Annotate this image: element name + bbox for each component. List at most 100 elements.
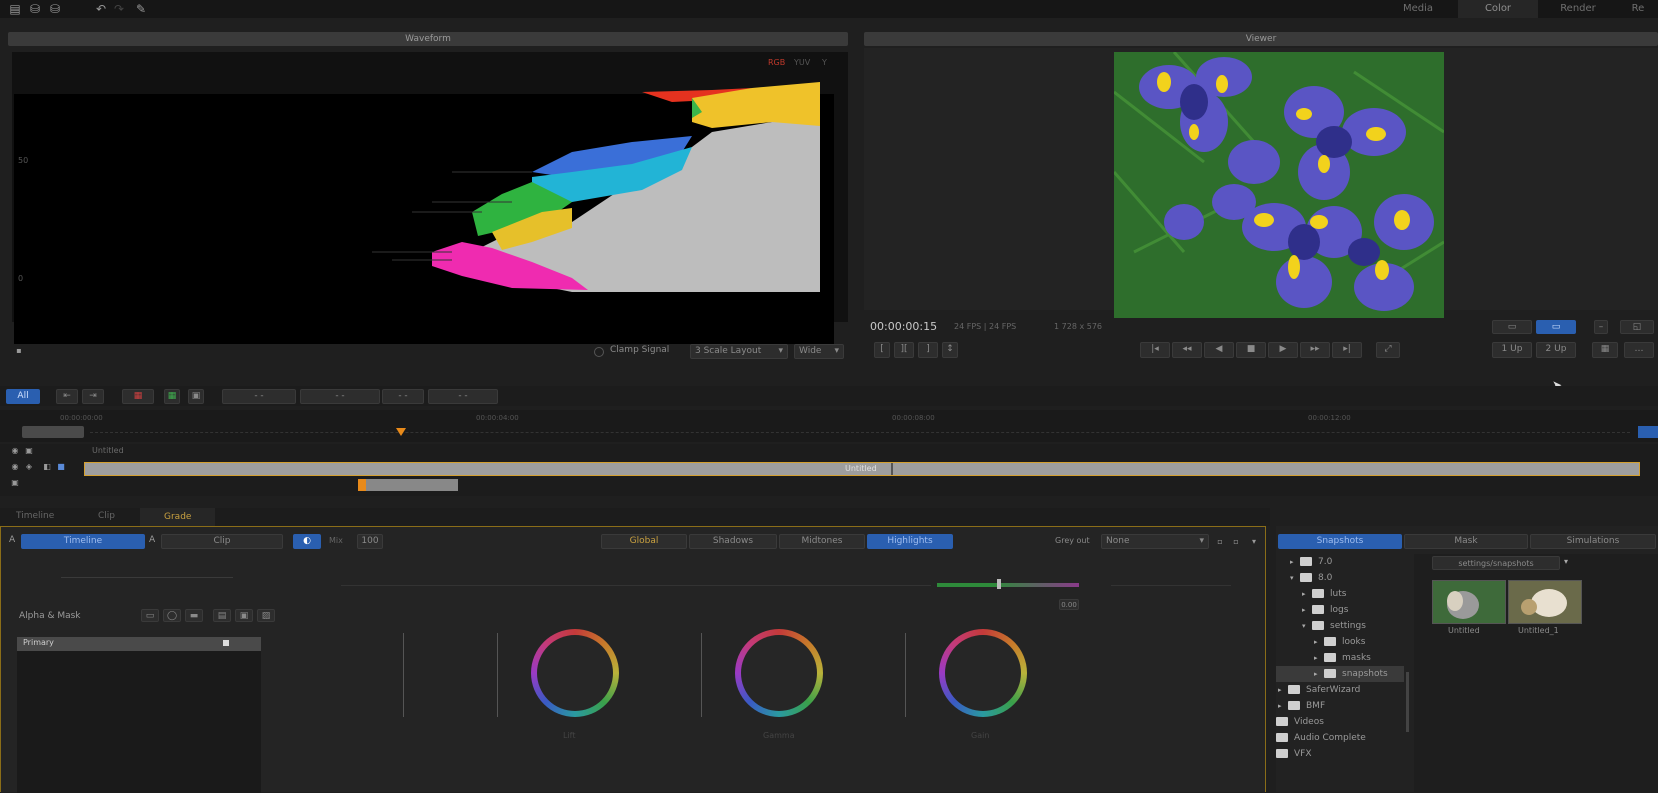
- range-global-button[interactable]: Global: [601, 534, 687, 549]
- grade-reset-icon[interactable]: ▫: [1229, 535, 1243, 549]
- scope-settings-icon[interactable]: ▪: [12, 344, 26, 358]
- mark-in-button[interactable]: [: [874, 342, 890, 358]
- range-highlights-button[interactable]: Highlights: [867, 534, 953, 549]
- track-eye-icon[interactable]: ◉: [8, 444, 22, 458]
- timeline-tool-3[interactable]: - -: [222, 389, 296, 404]
- open-folder-icon[interactable]: ▤: [8, 2, 22, 16]
- grade-menu-icon[interactable]: ▾: [1247, 535, 1261, 549]
- viewer-option-d[interactable]: ◱: [1620, 320, 1654, 334]
- go-end-button[interactable]: ▸|: [1332, 342, 1362, 358]
- mix-value[interactable]: 100: [357, 534, 383, 549]
- timeline-grade-tool[interactable]: ▦: [164, 389, 180, 404]
- timeline-clip[interactable]: Untitled: [84, 462, 1640, 476]
- snapshot-thumbnail[interactable]: [1432, 580, 1506, 624]
- mask-tool-3[interactable]: ▬: [185, 609, 203, 622]
- tab-more[interactable]: Re: [1618, 0, 1658, 18]
- mask-tool-1[interactable]: ▭: [141, 609, 159, 622]
- undo-icon[interactable]: ↶: [94, 2, 108, 16]
- wheels-slider-right[interactable]: [1111, 585, 1231, 586]
- hue-value-field[interactable]: 0.00: [1059, 599, 1079, 610]
- timeline-color-tool[interactable]: ▦: [122, 389, 154, 404]
- grade-option-icon[interactable]: ▫: [1213, 535, 1227, 549]
- timeline-tool-5[interactable]: - -: [382, 389, 424, 404]
- layer-row-primary[interactable]: Primary: [17, 637, 261, 651]
- scope-scale-select[interactable]: Wide ▾: [794, 344, 844, 359]
- browser-tab-mask[interactable]: Mask: [1404, 534, 1528, 549]
- step-forward-button[interactable]: ▸▸: [1300, 342, 1330, 358]
- settings-wrench-icon[interactable]: ✎: [134, 2, 148, 16]
- gamma-slider[interactable]: [701, 633, 702, 717]
- viewer-extra-button[interactable]: …: [1624, 342, 1654, 358]
- layout-2up-button[interactable]: 2 Up: [1536, 342, 1576, 358]
- save-icon[interactable]: ⛁: [28, 2, 42, 16]
- track-select-icon[interactable]: ■: [54, 460, 68, 474]
- tree-item-8[interactable]: ▾ 8.0: [1290, 570, 1332, 586]
- tab-grade[interactable]: Grade: [140, 508, 216, 526]
- layout-1up-button[interactable]: 1 Up: [1492, 342, 1532, 358]
- layer-tab-clip[interactable]: Clip: [161, 534, 283, 549]
- tree-item-snapshots[interactable]: ▸ snapshots: [1276, 666, 1404, 682]
- gain-wheel[interactable]: [939, 629, 1027, 717]
- compare-button[interactable]: ▦: [1592, 342, 1618, 358]
- path-dropdown-icon[interactable]: ▾: [1564, 557, 1568, 566]
- export-icon[interactable]: ⛁: [48, 2, 62, 16]
- tab-media[interactable]: Media: [1378, 0, 1458, 18]
- timeline-ruler[interactable]: 00:00:00:00 00:00:04:00 00:00:08:00 00:0…: [0, 410, 1658, 442]
- snapshot-thumbnail[interactable]: [1508, 580, 1582, 624]
- track-lock-icon[interactable]: ▣: [22, 444, 36, 458]
- redo-icon[interactable]: ↷: [112, 2, 126, 16]
- scope-mode-select[interactable]: 3 Scale Layout ▾: [690, 344, 788, 359]
- fullscreen-button[interactable]: ⤢: [1376, 342, 1400, 358]
- tree-item-bmf[interactable]: ▸ BMF: [1278, 698, 1325, 714]
- timeline-tool-2[interactable]: ⇥: [82, 389, 104, 404]
- gain-slider[interactable]: [905, 633, 906, 717]
- browser-tab-snapshots[interactable]: Snapshots: [1278, 534, 1402, 549]
- tree-item-looks[interactable]: ▸ looks: [1314, 634, 1365, 650]
- lift-slider[interactable]: [403, 633, 404, 717]
- tree-item-videos[interactable]: Videos: [1276, 714, 1324, 730]
- play-reverse-button[interactable]: ◀: [1204, 342, 1234, 358]
- track-audio-icon[interactable]: ◈: [22, 460, 36, 474]
- timeline-end-handle[interactable]: [1638, 426, 1658, 438]
- layer-visibility-icon[interactable]: [223, 640, 229, 646]
- mark-range-button[interactable]: ][: [894, 342, 914, 358]
- timeline-tool-1[interactable]: ⇤: [56, 389, 78, 404]
- layer-tab-timeline[interactable]: Timeline: [21, 534, 145, 549]
- playhead-marker[interactable]: [396, 428, 406, 436]
- mask-tool-5[interactable]: ▣: [235, 609, 253, 622]
- track-link-icon[interactable]: ◧: [40, 460, 54, 474]
- lift-wheel[interactable]: [531, 629, 619, 717]
- step-back-button[interactable]: ◂◂: [1172, 342, 1202, 358]
- lift-slider-2[interactable]: [497, 633, 498, 717]
- mask-tool-4[interactable]: ▤: [213, 609, 231, 622]
- clamp-signal-checkbox[interactable]: [594, 347, 604, 357]
- audio-clip[interactable]: [358, 479, 458, 491]
- hue-slider[interactable]: [937, 583, 1079, 587]
- tree-item-luts[interactable]: ▸ luts: [1302, 586, 1346, 602]
- timeline-range-handle[interactable]: [22, 426, 84, 438]
- tree-item-vfx[interactable]: VFX: [1276, 746, 1312, 762]
- viewer-option-a[interactable]: ▭: [1492, 320, 1532, 334]
- grey-out-select[interactable]: None ▾: [1101, 534, 1209, 549]
- tree-scrollbar[interactable]: [1406, 672, 1409, 732]
- layer-slider[interactable]: [61, 577, 233, 578]
- tab-timeline[interactable]: Timeline: [16, 511, 54, 521]
- mix-toggle[interactable]: ◐: [293, 534, 321, 549]
- tree-item-7[interactable]: ▸ 7.0: [1290, 554, 1332, 570]
- viewer-option-c[interactable]: –: [1594, 320, 1608, 334]
- gamma-wheel[interactable]: [735, 629, 823, 717]
- mask-tool-2[interactable]: ◯: [163, 609, 181, 622]
- track-audio-lock-icon[interactable]: ▣: [8, 476, 22, 490]
- mark-out-button[interactable]: ]: [918, 342, 938, 358]
- viewer-option-b[interactable]: ▭: [1536, 320, 1576, 334]
- timeline-tool-6[interactable]: - -: [428, 389, 498, 404]
- tree-item-settings[interactable]: ▾ settings: [1302, 618, 1366, 634]
- tab-render[interactable]: Render: [1538, 0, 1618, 18]
- track-eye-icon[interactable]: ◉: [8, 460, 22, 474]
- mask-tool-6[interactable]: ▨: [257, 609, 275, 622]
- range-shadows-button[interactable]: Shadows: [689, 534, 777, 549]
- loop-button[interactable]: ↕: [942, 342, 958, 358]
- tree-item-masks[interactable]: ▸ masks: [1314, 650, 1371, 666]
- range-midtones-button[interactable]: Midtones: [779, 534, 865, 549]
- tree-item-logs[interactable]: ▸ logs: [1302, 602, 1348, 618]
